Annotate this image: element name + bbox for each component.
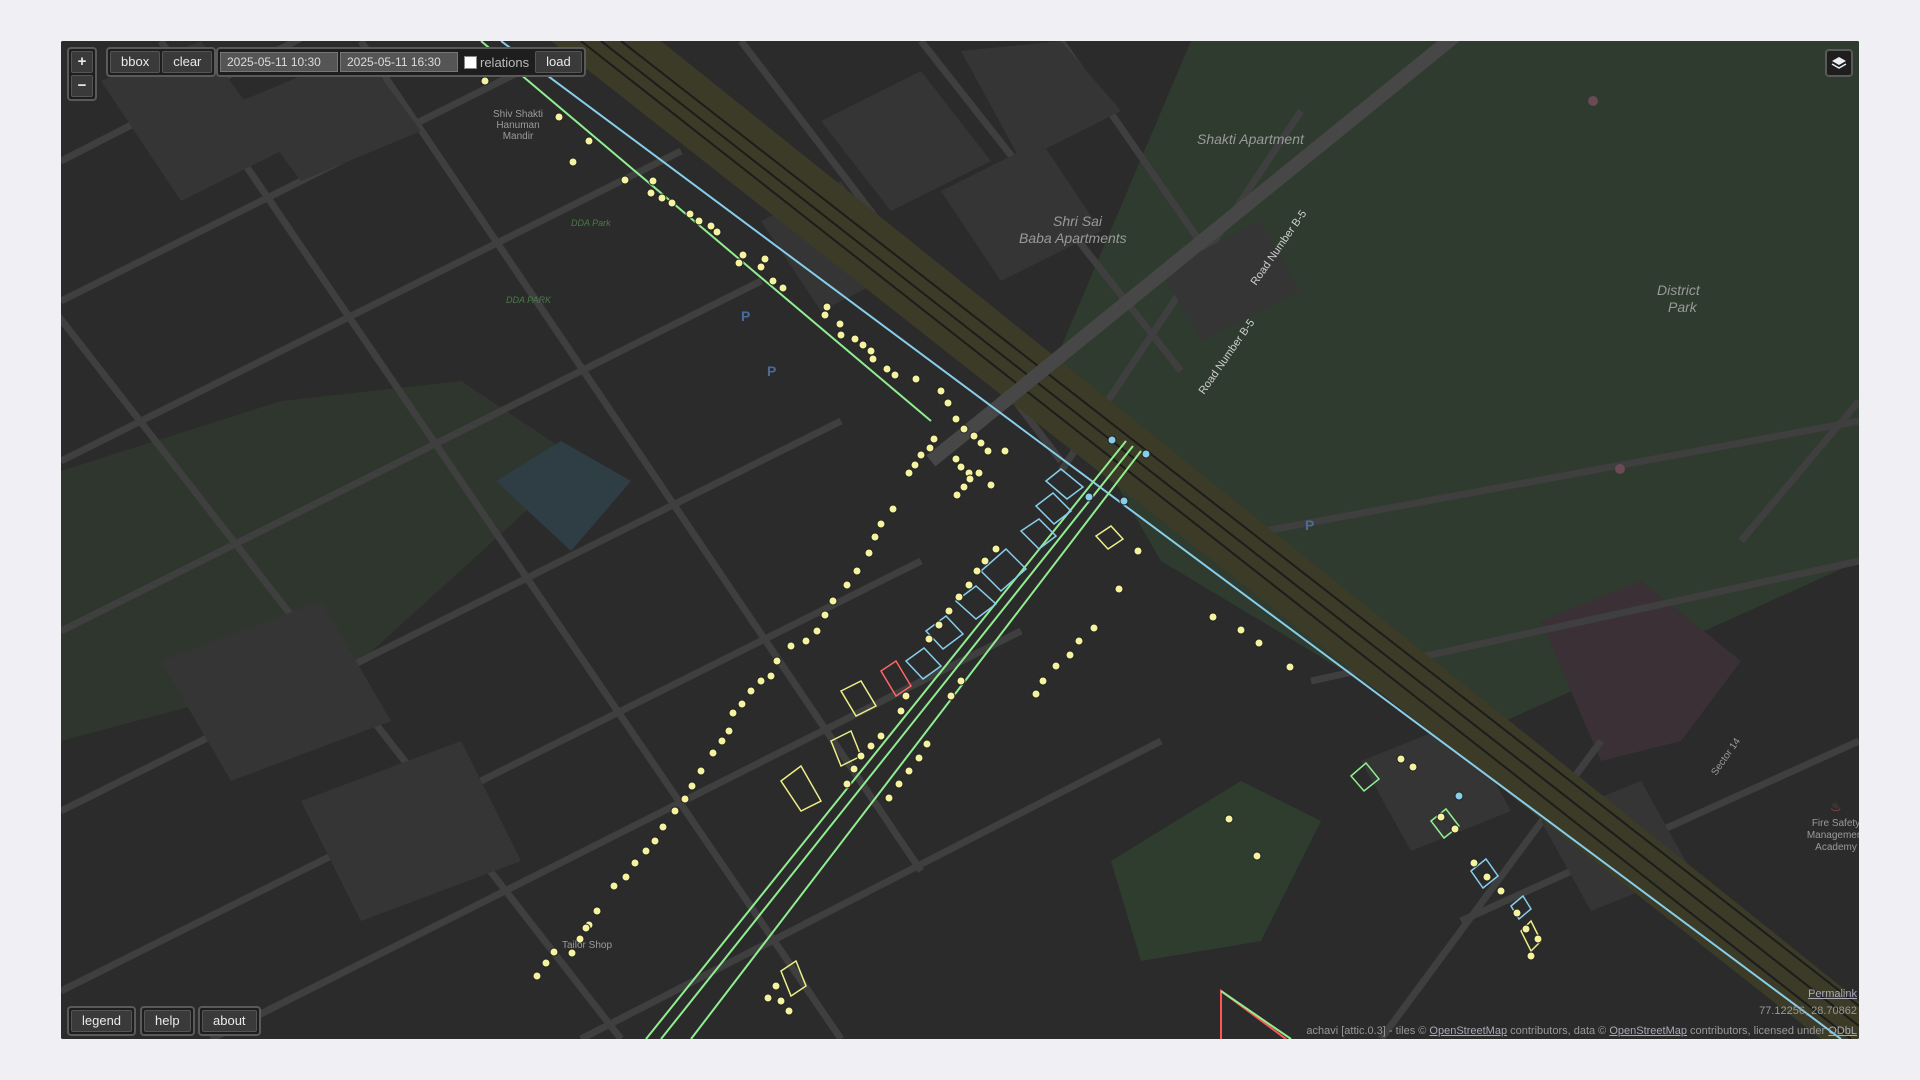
- parking-icon: P: [1305, 517, 1314, 533]
- date-to-input[interactable]: 2025-05-11 16:30: [340, 52, 458, 72]
- help-control: help: [140, 1006, 195, 1036]
- shelter-icon: [1588, 96, 1598, 106]
- osm-link[interactable]: OpenStreetMap: [1429, 1025, 1507, 1037]
- zoom-in-button[interactable]: +: [71, 51, 93, 73]
- label-tailor: Tailor Shop: [562, 940, 612, 951]
- label-fire-1: Fire Safety: [1812, 818, 1859, 829]
- label-shakti: Shakti Apartment: [1197, 131, 1305, 147]
- layers-button[interactable]: [1825, 49, 1853, 77]
- attribution-tiles: - tiles ©: [1385, 1025, 1430, 1037]
- legend-control: legend: [67, 1006, 137, 1036]
- bbox-button[interactable]: bbox: [110, 51, 161, 73]
- about-control: about: [198, 1006, 261, 1036]
- zoom-out-button[interactable]: −: [71, 75, 93, 97]
- label-fire-3: Academy: [1815, 842, 1857, 853]
- map-canvas[interactable]: Shakti Apartment Shri Sai Baba Apartment…: [61, 41, 1859, 1039]
- label-dda-park-2: DDA PARK: [506, 295, 552, 305]
- about-button[interactable]: about: [202, 1010, 257, 1032]
- permalink-link[interactable]: Permalink: [1808, 988, 1857, 1000]
- label-shri-sai-1: Shri Sai: [1053, 213, 1103, 229]
- map-frame[interactable]: Shakti Apartment Shri Sai Baba Apartment…: [61, 41, 1859, 1039]
- attribution: achavi [attic.0.3] - tiles © OpenStreetM…: [1306, 1025, 1857, 1037]
- attribution-end: contributors, licensed under: [1687, 1025, 1829, 1037]
- parking-icon: P: [767, 363, 776, 379]
- load-button[interactable]: load: [535, 51, 582, 73]
- label-district-2: Park: [1668, 299, 1698, 315]
- date-from-input[interactable]: 2025-05-11 10:30: [220, 52, 338, 72]
- label-district-1: District: [1657, 282, 1701, 298]
- label-mandir-1: Shiv Shakti: [493, 109, 543, 120]
- zoom-control: + −: [67, 47, 97, 101]
- shelter-icon: [1615, 464, 1625, 474]
- help-button[interactable]: help: [144, 1010, 191, 1032]
- legend-button[interactable]: legend: [71, 1010, 133, 1032]
- layers-icon: [1831, 57, 1847, 69]
- clear-button[interactable]: clear: [162, 51, 213, 73]
- attribution-mid: contributors, data ©: [1507, 1025, 1610, 1037]
- relations-checkbox[interactable]: [464, 55, 477, 69]
- label-mandir-2: Hanuman: [496, 120, 539, 131]
- parking-icon: P: [741, 308, 750, 324]
- bbox-toolbar: bbox clear: [106, 47, 217, 77]
- label-shri-sai-2: Baba Apartments: [1019, 230, 1127, 246]
- coordinate-readout: 77.12256, 28.70862: [1759, 1005, 1857, 1017]
- label-fire-2: Management: [1807, 830, 1859, 841]
- osm-data-link[interactable]: OpenStreetMap: [1609, 1025, 1687, 1037]
- date-toolbar: 2025-05-11 10:30 2025-05-11 16:30 relati…: [216, 47, 586, 77]
- fire-station-icon: ♨: [1830, 799, 1842, 814]
- label-dda-park-1: DDA Park: [571, 218, 611, 228]
- attribution-app: achavi [attic.0.3]: [1306, 1025, 1386, 1037]
- label-mandir-3: Mandir: [503, 131, 534, 142]
- relations-label: relations: [480, 54, 530, 70]
- odbl-link[interactable]: ODbL: [1828, 1025, 1857, 1037]
- relations-toggle[interactable]: relations: [460, 55, 533, 70]
